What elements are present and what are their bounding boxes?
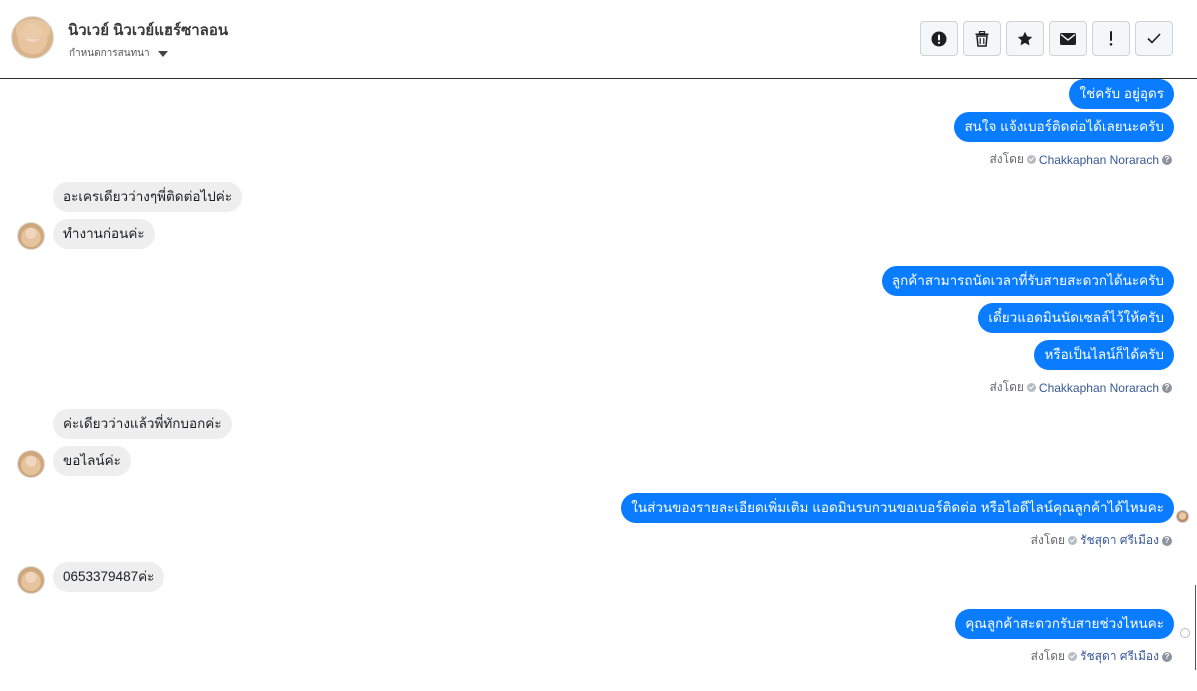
outgoing-message[interactable]: สนใจ แจ้งเบอร์ติดต่อได้เลยนะครับ [954, 112, 1174, 142]
agent-name[interactable]: รัชสุดา ศรีเมือง [1080, 531, 1159, 550]
contact-avatar[interactable] [11, 16, 54, 59]
help-icon[interactable]: ? [1162, 535, 1172, 546]
contact-name[interactable]: นิวเวย์ นิวเวย์แฮร์ซาลอน [68, 18, 228, 42]
exclamation-icon [1109, 31, 1113, 46]
agent-name[interactable]: Chakkaphan Norarach [1039, 381, 1159, 395]
sent-by-prefix: ส่งโดย [1030, 533, 1066, 547]
incoming-message[interactable]: อะเครเดียวว่างๆพี่ติดต่อไปค่ะ [53, 182, 243, 212]
conversation-actions [920, 21, 1173, 56]
check-circle-icon [1026, 155, 1036, 164]
sent-status-icon [1180, 628, 1190, 638]
help-icon[interactable]: ? [1162, 154, 1172, 165]
message-thread[interactable]: ใช่ครับ อยู่อุดร สนใจ แจ้งเบอร์ติดต่อได้… [0, 79, 1197, 691]
mark-unread-button[interactable] [1049, 21, 1087, 56]
checkmark-icon [1147, 33, 1161, 44]
sent-by-label: ส่งโดย รัชสุดา ศรีเมือง ? [1031, 531, 1172, 550]
caret-down-icon [157, 50, 168, 57]
delete-button[interactable] [963, 21, 1001, 56]
report-button[interactable] [920, 21, 958, 56]
sent-by-prefix: ส่งโดย [1030, 649, 1066, 663]
contact-avatar-small [17, 566, 45, 594]
check-circle-icon [1068, 652, 1078, 661]
spam-button[interactable] [1092, 21, 1130, 56]
sent-by-label: ส่งโดย Chakkaphan Norarach ? [989, 378, 1172, 397]
outgoing-message[interactable]: หรือเป็นไลน์ก็ได้ครับ [1034, 340, 1174, 370]
help-icon[interactable]: ? [1162, 382, 1172, 393]
incoming-message[interactable]: 0653379487ค่ะ [53, 562, 165, 592]
trash-icon [975, 30, 989, 47]
outgoing-message[interactable]: คุณลูกค้าสะดวกรับสายช่วงไหนคะ [955, 609, 1174, 639]
help-icon[interactable]: ? [1162, 651, 1172, 662]
sent-by-prefix: ส่งโดย [989, 152, 1024, 166]
incoming-message[interactable]: ขอไลน์ค่ะ [53, 446, 131, 476]
incoming-message[interactable]: ค่ะเดียวว่างแล้วพี่ทักบอกค่ะ [53, 409, 232, 439]
conversation-status-dropdown[interactable]: กำหนดการสนทนา [69, 46, 168, 61]
scrollbar[interactable] [1195, 585, 1196, 670]
outgoing-message[interactable]: ในส่วนของรายละเอียดเพิ่มเติม แอดมินรบกวน… [621, 493, 1174, 523]
seen-avatar-icon [1176, 510, 1189, 523]
mark-done-button[interactable] [1135, 21, 1173, 56]
star-button[interactable] [1006, 21, 1044, 56]
sent-by-label: ส่งโดย รัชสุดา ศรีเมือง ? [1031, 647, 1172, 666]
outgoing-message[interactable]: ใช่ครับ อยู่อุดร [1069, 79, 1174, 109]
check-circle-icon [1068, 536, 1078, 545]
alert-circle-icon [931, 31, 947, 46]
agent-name[interactable]: Chakkaphan Norarach [1039, 153, 1159, 167]
agent-name[interactable]: รัชสุดา ศรีเมือง [1080, 647, 1159, 666]
contact-avatar-small [17, 450, 45, 478]
sent-by-prefix: ส่งโดย [989, 380, 1024, 394]
conversation-header: นิวเวย์ นิวเวย์แฮร์ซาลอน กำหนดการสนทนา [0, 0, 1197, 79]
outgoing-message[interactable]: ลูกค้าสามารถนัดเวลาที่รับสายสะดวกได้นะคร… [881, 266, 1174, 296]
incoming-message[interactable]: ทำงานก่อนค่ะ [53, 219, 155, 249]
star-icon [1017, 31, 1033, 45]
outgoing-message[interactable]: เดี๋ยวแอดมินนัดเซลล์ไว้ให้ครับ [978, 303, 1174, 333]
contact-avatar-small [17, 222, 45, 250]
conversation-status-label: กำหนดการสนทนา [69, 48, 150, 59]
check-circle-icon [1026, 383, 1036, 392]
sent-by-label: ส่งโดย Chakkaphan Norarach ? [989, 150, 1172, 169]
envelope-icon [1060, 32, 1076, 45]
